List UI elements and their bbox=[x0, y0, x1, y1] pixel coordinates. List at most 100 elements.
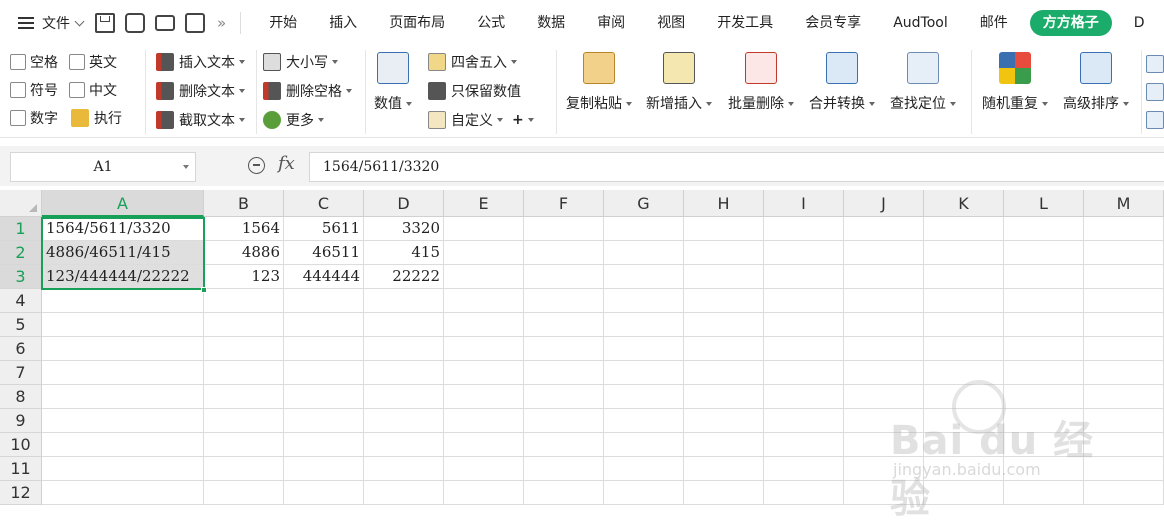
cell-l3[interactable] bbox=[1004, 265, 1084, 289]
name-box[interactable]: A1 bbox=[10, 152, 196, 182]
checkbox-box[interactable] bbox=[10, 82, 26, 98]
cell-k1[interactable] bbox=[924, 217, 1004, 241]
cell-i9[interactable] bbox=[764, 409, 844, 433]
cell-c5[interactable] bbox=[284, 313, 364, 337]
tab-overflow[interactable]: D bbox=[1118, 0, 1161, 46]
cell-g1[interactable] bbox=[604, 217, 684, 241]
cell-j7[interactable] bbox=[844, 361, 924, 385]
cell-g9[interactable] bbox=[604, 409, 684, 433]
cell-i3[interactable] bbox=[764, 265, 844, 289]
keep-value-button[interactable]: 只保留数值 bbox=[428, 79, 521, 103]
plus-icon[interactable]: + bbox=[512, 112, 524, 128]
cell-k3[interactable] bbox=[924, 265, 1004, 289]
cell-a9[interactable] bbox=[42, 409, 204, 433]
cell-i5[interactable] bbox=[764, 313, 844, 337]
merge-convert-button[interactable]: 合并转换 bbox=[809, 50, 875, 134]
cell-l2[interactable] bbox=[1004, 241, 1084, 265]
cell-c1[interactable]: 5611 bbox=[284, 217, 364, 241]
cell-g7[interactable] bbox=[604, 361, 684, 385]
cell-m12[interactable] bbox=[1084, 481, 1164, 505]
cell-d10[interactable] bbox=[364, 433, 444, 457]
cell-b5[interactable] bbox=[204, 313, 284, 337]
cell-l6[interactable] bbox=[1004, 337, 1084, 361]
delete-space-button[interactable]: 删除空格 bbox=[263, 79, 352, 103]
cell-h3[interactable] bbox=[684, 265, 764, 289]
cell-d12[interactable] bbox=[364, 481, 444, 505]
cell-k6[interactable] bbox=[924, 337, 1004, 361]
cell-f2[interactable] bbox=[524, 241, 604, 265]
row-header-5[interactable]: 5 bbox=[0, 313, 42, 337]
cell-e8[interactable] bbox=[444, 385, 524, 409]
cell-m10[interactable] bbox=[1084, 433, 1164, 457]
cell-h1[interactable] bbox=[684, 217, 764, 241]
cell-d5[interactable] bbox=[364, 313, 444, 337]
cell-m2[interactable] bbox=[1084, 241, 1164, 265]
cell-g5[interactable] bbox=[604, 313, 684, 337]
tab-insert[interactable]: 插入 bbox=[313, 0, 373, 46]
cell-l7[interactable] bbox=[1004, 361, 1084, 385]
cell-a7[interactable] bbox=[42, 361, 204, 385]
cell-d9[interactable] bbox=[364, 409, 444, 433]
function-icon[interactable]: fx bbox=[278, 153, 295, 174]
export-icon[interactable] bbox=[125, 13, 145, 33]
cell-h2[interactable] bbox=[684, 241, 764, 265]
checkbox-box[interactable] bbox=[69, 82, 85, 98]
cell-i12[interactable] bbox=[764, 481, 844, 505]
checkbox-space[interactable]: 空格 bbox=[10, 51, 58, 73]
cell-e10[interactable] bbox=[444, 433, 524, 457]
cell-m11[interactable] bbox=[1084, 457, 1164, 481]
extra-tool-button[interactable] bbox=[1146, 108, 1164, 132]
cut-text-button[interactable]: 截取文本 bbox=[156, 108, 245, 132]
cell-e2[interactable] bbox=[444, 241, 524, 265]
cell-f1[interactable] bbox=[524, 217, 604, 241]
cell-m1[interactable] bbox=[1084, 217, 1164, 241]
checkbox-box[interactable] bbox=[10, 54, 26, 70]
row-header-9[interactable]: 9 bbox=[0, 409, 42, 433]
cell-i4[interactable] bbox=[764, 289, 844, 313]
cell-m7[interactable] bbox=[1084, 361, 1164, 385]
tab-view[interactable]: 视图 bbox=[641, 0, 701, 46]
cell-k10[interactable] bbox=[924, 433, 1004, 457]
column-header-a[interactable]: A bbox=[42, 190, 204, 217]
batch-delete-button[interactable]: 批量删除 bbox=[728, 50, 794, 134]
cell-d7[interactable] bbox=[364, 361, 444, 385]
cell-k4[interactable] bbox=[924, 289, 1004, 313]
cell-j2[interactable] bbox=[844, 241, 924, 265]
formula-input[interactable]: 1564/5611/3320 bbox=[309, 152, 1164, 182]
tab-formulas[interactable]: 公式 bbox=[461, 0, 521, 46]
tab-fangfang-gezi[interactable]: 方方格子 bbox=[1029, 10, 1112, 36]
row-header-4[interactable]: 4 bbox=[0, 289, 42, 313]
row-header-10[interactable]: 10 bbox=[0, 433, 42, 457]
row-header-7[interactable]: 7 bbox=[0, 361, 42, 385]
file-menu[interactable]: 文件 bbox=[0, 0, 85, 46]
chevron-down-icon[interactable] bbox=[183, 165, 189, 169]
row-header-3[interactable]: 3 bbox=[0, 265, 42, 289]
print-icon[interactable] bbox=[155, 15, 175, 31]
extra-tool-button[interactable] bbox=[1146, 52, 1164, 76]
cell-c2[interactable]: 46511 bbox=[284, 241, 364, 265]
cell-e12[interactable] bbox=[444, 481, 524, 505]
cell-f4[interactable] bbox=[524, 289, 604, 313]
cell-b10[interactable] bbox=[204, 433, 284, 457]
cell-k11[interactable] bbox=[924, 457, 1004, 481]
row-header-8[interactable]: 8 bbox=[0, 385, 42, 409]
custom-button[interactable]: 自定义 + bbox=[428, 108, 534, 132]
cell-l4[interactable] bbox=[1004, 289, 1084, 313]
checkbox-chinese[interactable]: 中文 bbox=[69, 79, 117, 101]
cell-h11[interactable] bbox=[684, 457, 764, 481]
column-header-f[interactable]: F bbox=[524, 190, 604, 217]
tab-data[interactable]: 数据 bbox=[521, 0, 581, 46]
case-button[interactable]: 大小写 bbox=[263, 50, 338, 74]
cell-g8[interactable] bbox=[604, 385, 684, 409]
column-header-k[interactable]: K bbox=[924, 190, 1004, 217]
cell-b9[interactable] bbox=[204, 409, 284, 433]
column-header-e[interactable]: E bbox=[444, 190, 524, 217]
cell-h10[interactable] bbox=[684, 433, 764, 457]
cell-k2[interactable] bbox=[924, 241, 1004, 265]
cell-a12[interactable] bbox=[42, 481, 204, 505]
cell-c11[interactable] bbox=[284, 457, 364, 481]
cell-i7[interactable] bbox=[764, 361, 844, 385]
cell-k9[interactable] bbox=[924, 409, 1004, 433]
row-header-6[interactable]: 6 bbox=[0, 337, 42, 361]
cell-b11[interactable] bbox=[204, 457, 284, 481]
